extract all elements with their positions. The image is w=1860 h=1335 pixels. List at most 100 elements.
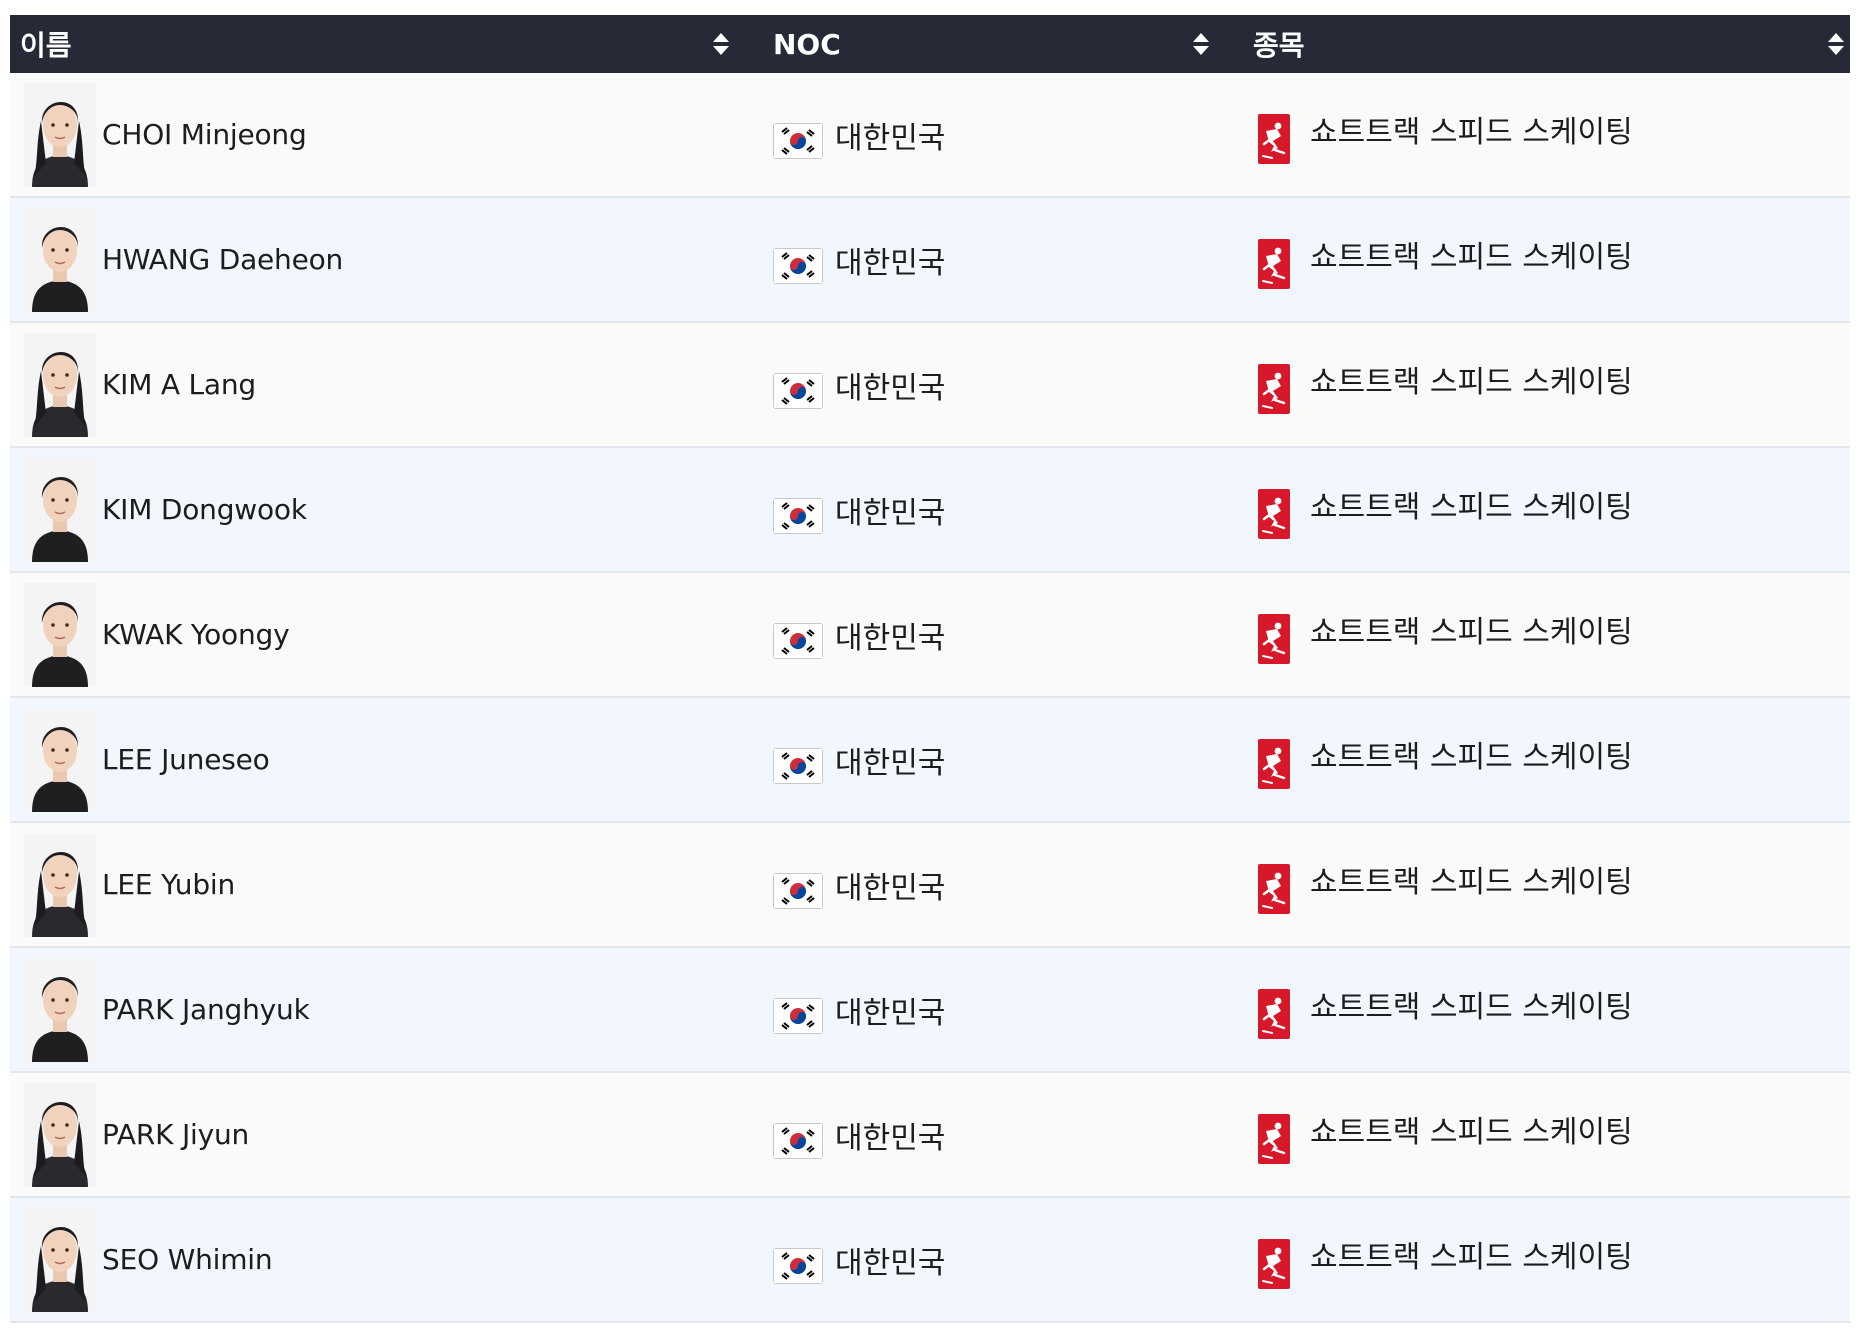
country-name: 대한민국 [835,620,946,656]
noc-cell: 대한민국 [733,323,1213,446]
sport-name: 쇼트트랙 스피드 스케이팅 [1310,614,1633,650]
table-row[interactable]: SEO Whimin 대한민국 쇼트트랙 스피드 스케이팅 [10,1198,1850,1323]
name-cell: HWANG Daeheon [10,198,733,321]
male-photo-icon [24,957,96,1062]
korea-flag-icon [773,997,823,1034]
korea-flag-icon [773,497,823,534]
short-track-speed-skating-icon [1258,863,1290,914]
female-photo-icon [24,1207,96,1312]
table-body: CHOI Minjeong 대한민국 쇼트트랙 스피드 스케이팅 HWANG D… [10,73,1850,1323]
country-name: 대한민국 [835,120,946,156]
noc-cell: 대한민국 [733,1073,1213,1196]
column-header-sport[interactable]: 종목 [1213,15,1850,73]
sport-cell: 쇼트트랙 스피드 스케이팅 [1213,948,1850,1071]
short-track-speed-skating-icon [1258,113,1290,164]
name-cell: KWAK Yoongy [10,573,733,696]
noc-cell: 대한민국 [733,1198,1213,1321]
name-cell: CHOI Minjeong [10,73,733,196]
country-name: 대한민국 [835,370,946,406]
athlete-name[interactable]: LEE Juneseo [102,743,270,776]
sport-cell: 쇼트트랙 스피드 스케이팅 [1213,1073,1850,1196]
sport-name: 쇼트트랙 스피드 스케이팅 [1310,364,1633,400]
athlete-name[interactable]: HWANG Daeheon [102,243,343,276]
noc-cell: 대한민국 [733,573,1213,696]
sort-icon[interactable] [1191,30,1211,58]
sport-name: 쇼트트랙 스피드 스케이팅 [1310,114,1633,150]
male-photo-icon [24,207,96,312]
korea-flag-icon [773,372,823,409]
short-track-speed-skating-icon [1258,1238,1290,1289]
sport-cell: 쇼트트랙 스피드 스케이팅 [1213,1198,1850,1321]
athlete-name[interactable]: PARK Jiyun [102,1118,249,1151]
athlete-name[interactable]: KIM Dongwook [102,493,307,526]
table-row[interactable]: PARK Janghyuk 대한민국 쇼트트랙 스피드 스케이팅 [10,948,1850,1073]
country-name: 대한민국 [835,1245,946,1281]
column-header-name[interactable]: 이름 [10,15,733,73]
sport-cell: 쇼트트랙 스피드 스케이팅 [1213,573,1850,696]
sport-name: 쇼트트랙 스피드 스케이팅 [1310,864,1633,900]
table-row[interactable]: KWAK Yoongy 대한민국 쇼트트랙 스피드 스케이팅 [10,573,1850,698]
table-row[interactable]: HWANG Daeheon 대한민국 쇼트트랙 스피드 스케이팅 [10,198,1850,323]
sport-name: 쇼트트랙 스피드 스케이팅 [1310,739,1633,775]
sport-cell: 쇼트트랙 스피드 스케이팅 [1213,448,1850,571]
athlete-name[interactable]: CHOI Minjeong [102,118,307,151]
table-row[interactable]: LEE Yubin 대한민국 쇼트트랙 스피드 스케이팅 [10,823,1850,948]
korea-flag-icon [773,247,823,284]
table-row[interactable]: KIM A Lang 대한민국 쇼트트랙 스피드 스케이팅 [10,323,1850,448]
sport-cell: 쇼트트랙 스피드 스케이팅 [1213,198,1850,321]
table-row[interactable]: PARK Jiyun 대한민국 쇼트트랙 스피드 스케이팅 [10,1073,1850,1198]
sport-name: 쇼트트랙 스피드 스케이팅 [1310,989,1633,1025]
korea-flag-icon [773,872,823,909]
sport-name: 쇼트트랙 스피드 스케이팅 [1310,1239,1633,1275]
athlete-name[interactable]: SEO Whimin [102,1243,273,1276]
name-cell: SEO Whimin [10,1198,733,1321]
sport-cell: 쇼트트랙 스피드 스케이팅 [1213,323,1850,446]
table-header: 이름 NOC 종목 [10,15,1850,73]
name-cell: LEE Juneseo [10,698,733,821]
athlete-name[interactable]: KWAK Yoongy [102,618,290,651]
table-row[interactable]: CHOI Minjeong 대한민국 쇼트트랙 스피드 스케이팅 [10,73,1850,198]
athletes-table: 이름 NOC 종목 CHOI Minjeong 대한민국 쇼트트랙 스피드 스케… [10,15,1850,1323]
short-track-speed-skating-icon [1258,988,1290,1039]
country-name: 대한민국 [835,745,946,781]
female-photo-icon [24,832,96,937]
noc-cell: 대한민국 [733,823,1213,946]
noc-cell: 대한민국 [733,698,1213,821]
country-name: 대한민국 [835,495,946,531]
short-track-speed-skating-icon [1258,738,1290,789]
korea-flag-icon [773,1122,823,1159]
noc-cell: 대한민국 [733,198,1213,321]
column-header-name-label: 이름 [20,29,72,62]
short-track-speed-skating-icon [1258,488,1290,539]
name-cell: KIM Dongwook [10,448,733,571]
korea-flag-icon [773,122,823,159]
name-cell: PARK Janghyuk [10,948,733,1071]
sort-icon[interactable] [1826,30,1846,58]
sport-cell: 쇼트트랙 스피드 스케이팅 [1213,73,1850,196]
female-photo-icon [24,332,96,437]
male-photo-icon [24,457,96,562]
athlete-name[interactable]: PARK Janghyuk [102,993,310,1026]
name-cell: PARK Jiyun [10,1073,733,1196]
athlete-name[interactable]: LEE Yubin [102,868,235,901]
table-row[interactable]: KIM Dongwook 대한민국 쇼트트랙 스피드 스케이팅 [10,448,1850,573]
short-track-speed-skating-icon [1258,238,1290,289]
noc-cell: 대한민국 [733,448,1213,571]
sport-name: 쇼트트랙 스피드 스케이팅 [1310,489,1633,525]
column-header-noc-label: NOC [773,27,841,61]
short-track-speed-skating-icon [1258,613,1290,664]
noc-cell: 대한민국 [733,73,1213,196]
korea-flag-icon [773,622,823,659]
sort-icon[interactable] [711,30,731,58]
short-track-speed-skating-icon [1258,363,1290,414]
column-header-sport-label: 종목 [1253,29,1305,62]
table-row[interactable]: LEE Juneseo 대한민국 쇼트트랙 스피드 스케이팅 [10,698,1850,823]
male-photo-icon [24,582,96,687]
name-cell: KIM A Lang [10,323,733,446]
country-name: 대한민국 [835,870,946,906]
sport-name: 쇼트트랙 스피드 스케이팅 [1310,239,1633,275]
country-name: 대한민국 [835,995,946,1031]
column-header-noc[interactable]: NOC [733,15,1213,73]
athlete-name[interactable]: KIM A Lang [102,368,256,401]
short-track-speed-skating-icon [1258,1113,1290,1164]
